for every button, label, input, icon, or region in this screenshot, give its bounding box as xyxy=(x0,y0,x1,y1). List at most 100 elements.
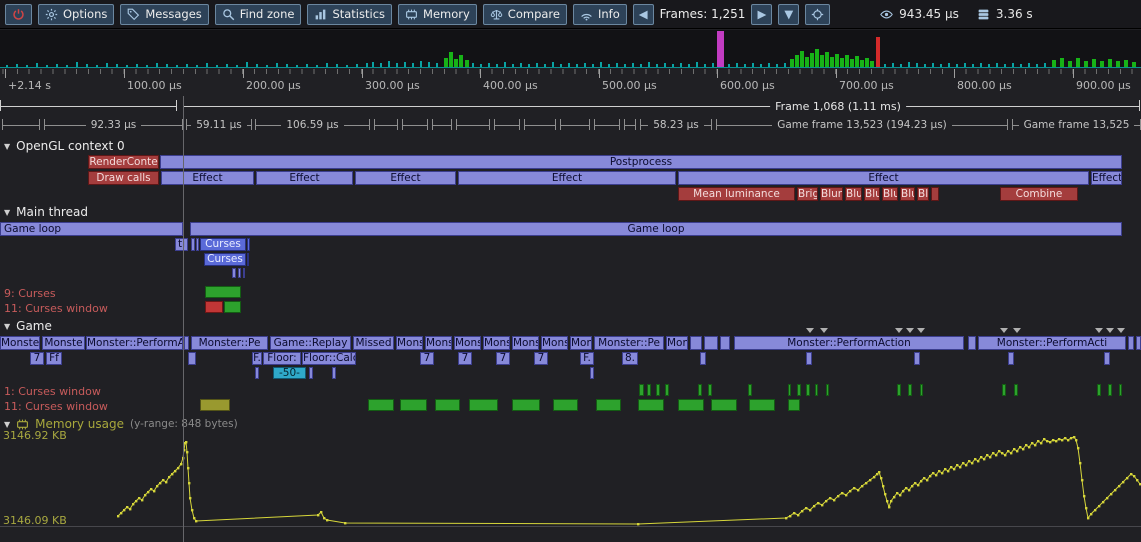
frame-time-bar[interactable] xyxy=(795,55,799,67)
frame-time-bar[interactable] xyxy=(380,63,382,67)
zone[interactable]: Monste xyxy=(42,336,85,350)
zone[interactable]: Game loop xyxy=(0,222,183,236)
zone[interactable]: Monst xyxy=(425,336,452,350)
zone[interactable]: Blur xyxy=(882,187,898,201)
zone[interactable] xyxy=(700,352,706,365)
frame-time-bar[interactable] xyxy=(1116,61,1120,67)
frame-time-bar[interactable] xyxy=(956,64,958,67)
frame-time-bar[interactable] xyxy=(1052,60,1056,67)
frame-time-bar[interactable] xyxy=(576,64,578,67)
frame-time-bar[interactable] xyxy=(980,63,982,67)
frame-segment[interactable] xyxy=(594,117,620,132)
lock-bar[interactable] xyxy=(897,384,901,396)
frame-time-bar[interactable] xyxy=(306,64,308,67)
frame-time-bar[interactable] xyxy=(528,64,530,67)
lock-bar[interactable] xyxy=(698,384,702,396)
collapse-icon[interactable]: ▼ xyxy=(4,142,10,151)
frame-time-bar[interactable] xyxy=(988,64,990,67)
frame-time-bar[interactable] xyxy=(46,65,48,67)
zone[interactable]: Monster::PerformA xyxy=(86,336,183,350)
frame-time-bar[interactable] xyxy=(286,64,288,67)
frame-time-bar[interactable] xyxy=(696,62,698,67)
zone[interactable] xyxy=(690,336,702,350)
frame-time-bar[interactable] xyxy=(865,58,869,67)
frame-time-bar[interactable] xyxy=(6,65,8,67)
frame-segment[interactable]: Game frame 13,523 (194.23 µs) xyxy=(716,117,1008,132)
frame-time-bar[interactable] xyxy=(996,63,998,67)
frame-time-bar[interactable] xyxy=(472,63,474,67)
zone[interactable]: F. xyxy=(580,352,594,365)
frame-time-bar[interactable] xyxy=(632,63,634,67)
frame-segment[interactable]: 92.33 µs xyxy=(44,117,183,132)
frame-time-bar[interactable] xyxy=(1036,64,1038,67)
zone[interactable]: Combine xyxy=(1000,187,1078,201)
zone[interactable] xyxy=(914,352,920,365)
messages-button[interactable]: Messages xyxy=(120,4,208,25)
frame-time-bar[interactable] xyxy=(156,63,158,67)
frame-time-bar[interactable] xyxy=(712,63,714,67)
zone[interactable] xyxy=(1136,336,1141,350)
zone[interactable]: Floor: xyxy=(263,352,301,365)
zone[interactable]: Monst xyxy=(454,336,481,350)
frame-segment[interactable] xyxy=(402,117,428,132)
lock-bar[interactable] xyxy=(647,384,651,396)
lock-bar[interactable] xyxy=(797,384,801,396)
frame-time-bar[interactable] xyxy=(744,64,746,67)
lock-bar[interactable] xyxy=(435,399,460,411)
zone[interactable]: Mons xyxy=(666,336,688,350)
frame-time-bar[interactable] xyxy=(146,65,148,67)
frame-time-bar[interactable] xyxy=(436,63,438,67)
zone[interactable] xyxy=(238,268,241,278)
frame-time-bar[interactable] xyxy=(1068,61,1072,67)
frame-time-bar[interactable] xyxy=(216,65,218,67)
frame-time-bar[interactable] xyxy=(648,62,650,67)
frame-time-bar[interactable] xyxy=(860,60,864,67)
frame-time-bar[interactable] xyxy=(16,64,18,67)
lock-bar[interactable] xyxy=(469,399,498,411)
frame-time-bar[interactable] xyxy=(1012,63,1014,67)
zone[interactable] xyxy=(1104,352,1110,365)
collapse-icon[interactable]: ▼ xyxy=(4,322,10,331)
frame-time-bar[interactable] xyxy=(1004,64,1006,67)
frame-time-bar[interactable] xyxy=(1132,62,1136,67)
frame-time-bar[interactable] xyxy=(1108,59,1112,67)
lock-bar[interactable] xyxy=(656,384,660,396)
frame-segment[interactable]: 59.11 µs xyxy=(186,117,252,132)
zone[interactable]: Bl xyxy=(917,187,929,201)
frame-time-bar[interactable] xyxy=(664,63,666,67)
zone[interactable] xyxy=(590,367,594,379)
frame-time-bar[interactable] xyxy=(776,64,778,67)
zone[interactable]: ti xyxy=(175,238,188,251)
frame-time-bar[interactable] xyxy=(608,64,610,67)
compare-button[interactable]: Compare xyxy=(483,4,567,25)
zone[interactable]: 7 xyxy=(496,352,510,365)
frame-time-bar[interactable] xyxy=(752,63,754,67)
zone[interactable] xyxy=(931,187,939,201)
frame-time-bar[interactable] xyxy=(884,64,886,67)
frame-time-bar[interactable] xyxy=(106,63,108,67)
zone[interactable] xyxy=(191,238,195,251)
zone[interactable] xyxy=(247,253,249,266)
frame-time-bar[interactable] xyxy=(372,62,374,67)
zone[interactable]: Monster::Pe xyxy=(594,336,664,350)
frame-time-bar[interactable] xyxy=(584,63,586,67)
frame-segment[interactable] xyxy=(456,117,490,132)
frame-time-bar[interactable] xyxy=(1044,63,1046,67)
zone[interactable] xyxy=(247,238,250,251)
zone[interactable] xyxy=(968,336,976,350)
lock-bar[interactable] xyxy=(665,384,669,396)
zone[interactable]: Game::Replay xyxy=(270,336,351,350)
lock-bar[interactable] xyxy=(596,399,621,411)
zone[interactable]: Postprocess xyxy=(160,155,1122,169)
zone[interactable]: Blur xyxy=(900,187,915,201)
frame-time-bar[interactable] xyxy=(326,63,328,67)
zone[interactable] xyxy=(704,336,718,350)
info-button[interactable]: Info xyxy=(573,4,627,25)
frame-time-bar[interactable] xyxy=(26,65,28,67)
frame-time-bar[interactable] xyxy=(465,60,469,67)
frame-time-bar[interactable] xyxy=(717,31,724,67)
frame-time-bar[interactable] xyxy=(276,63,278,67)
zone[interactable]: Mons xyxy=(570,336,592,350)
frame-time-bar[interactable] xyxy=(592,64,594,67)
frame-time-bar[interactable] xyxy=(870,61,874,67)
